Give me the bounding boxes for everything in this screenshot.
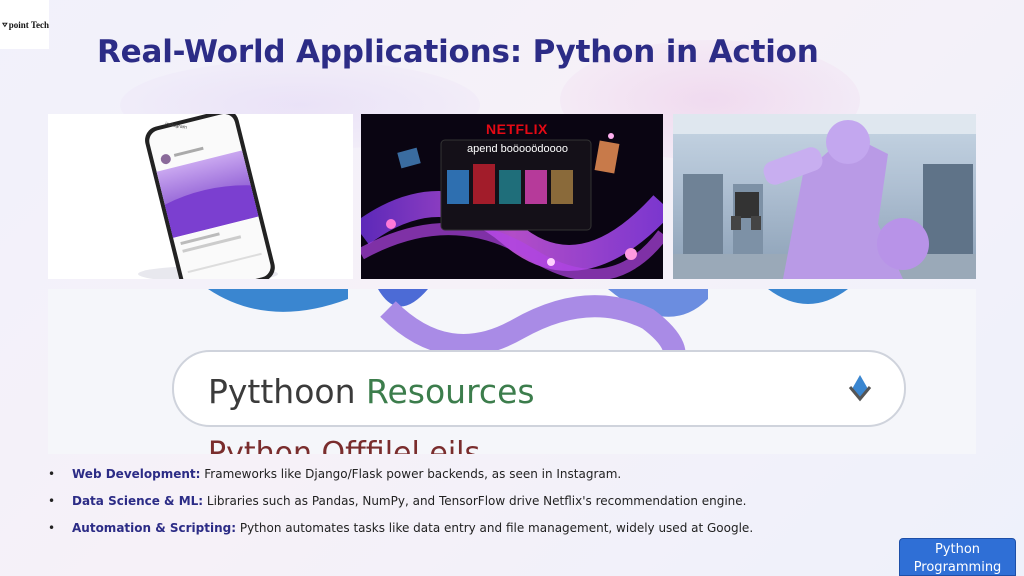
instagram-phone-image — [48, 114, 353, 279]
bullet-automation: • Automation & Scripting: Python automat… — [48, 520, 753, 547]
brand-logo: point Tech — [0, 0, 49, 49]
bullet-list: • Web Development: Frameworks like Djang… — [48, 466, 753, 547]
bullet-label: Data Science & ML: — [72, 494, 204, 508]
netflix-image — [361, 114, 663, 279]
search-word-resources: Resources — [366, 372, 535, 411]
bullet-dot-icon: • — [48, 494, 56, 508]
bullet-web-development: • Web Development: Frameworks like Djang… — [48, 466, 753, 493]
bullet-text: Frameworks like Django/Flask power backe… — [200, 467, 622, 481]
bullet-text: Python automates tasks like data entry a… — [236, 521, 754, 535]
search-word-python: Pytthoon — [208, 372, 356, 411]
bullet-dot-icon: • — [48, 521, 56, 535]
search-subtext: Python Offfilel eils — [208, 438, 480, 454]
bullet-label: Automation & Scripting: — [72, 521, 237, 535]
bullet-dot-icon: • — [48, 467, 56, 481]
netflix-heading: apend boöooödoooo — [467, 143, 568, 155]
logo-text: point Tech — [8, 19, 49, 30]
robot-arm-image — [673, 114, 976, 279]
slide-title: Real-World Applications: Python in Actio… — [97, 34, 819, 70]
bullet-label: Web Development: — [72, 467, 201, 481]
bullet-data-science: • Data Science & ML: Libraries such as P… — [48, 493, 753, 520]
search-query-text: Pytthoon Resources — [208, 372, 535, 411]
netflix-logo: NETFLIX — [486, 121, 548, 137]
bullet-text: Libraries such as Pandas, NumPy, and Ten… — [203, 494, 747, 508]
logo-mark-icon — [2, 22, 8, 27]
python-programming-badge[interactable]: Python Programming — [899, 538, 1016, 576]
